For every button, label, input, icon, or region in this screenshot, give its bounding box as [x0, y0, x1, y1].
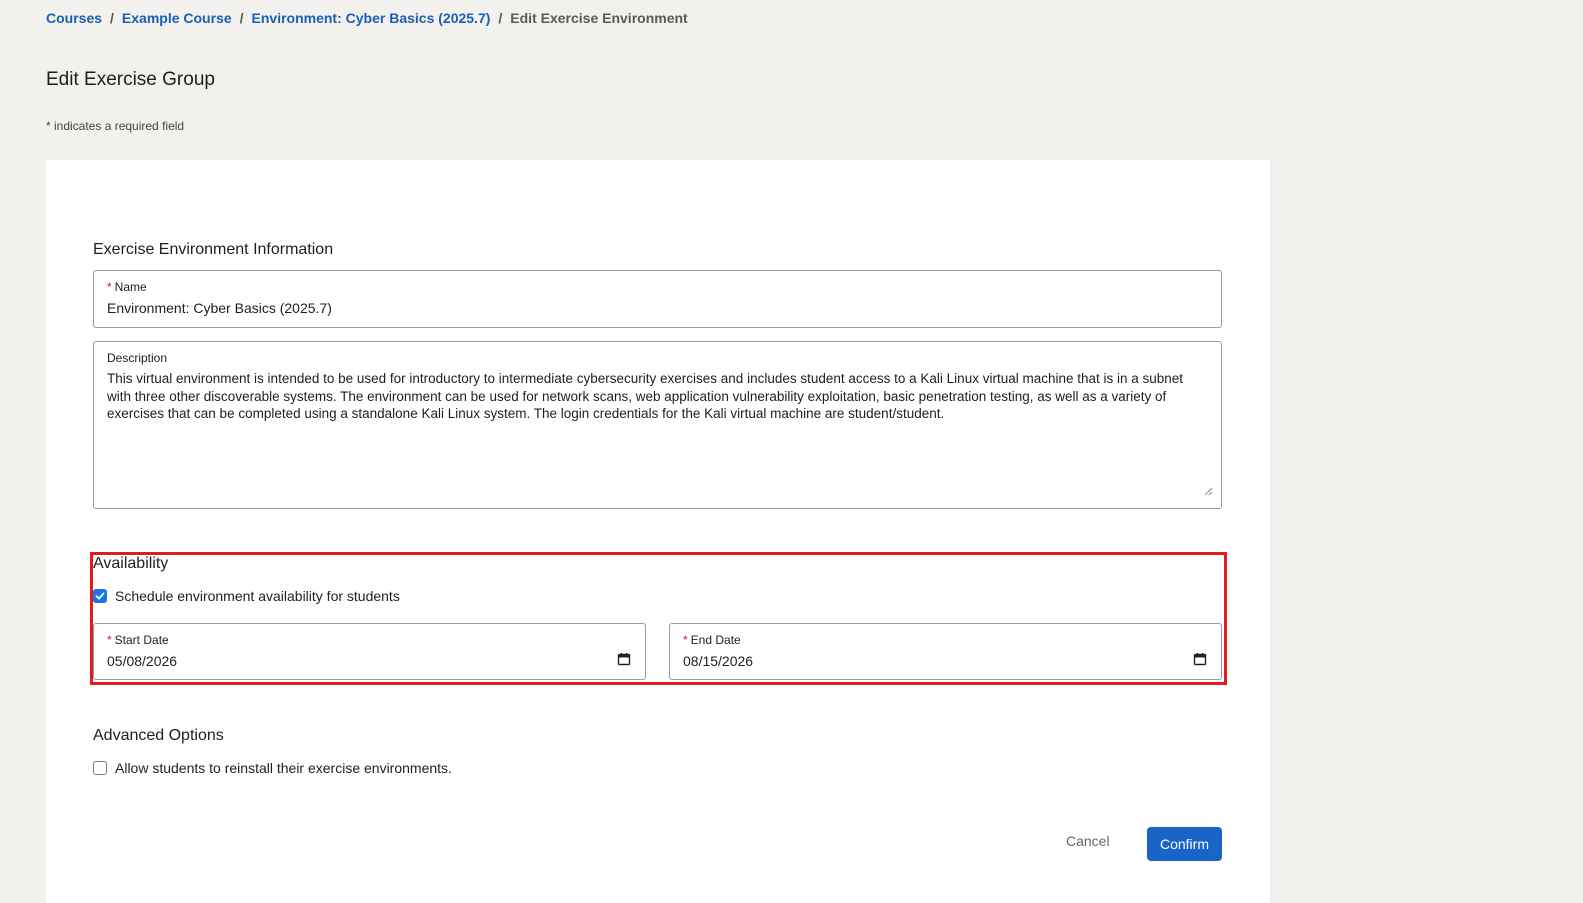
breadcrumb-link-environment[interactable]: Environment: Cyber Basics (2025.7) — [252, 10, 491, 26]
description-field[interactable]: Description This virtual environment is … — [93, 341, 1222, 509]
breadcrumb-separator: / — [498, 10, 503, 26]
breadcrumb-separator: / — [110, 10, 114, 26]
start-date-input[interactable]: 05/08/2026 — [107, 653, 177, 669]
resize-handle-icon[interactable] — [1204, 487, 1213, 496]
end-date-input[interactable]: 08/15/2026 — [683, 653, 753, 669]
checkmark-icon — [95, 592, 105, 600]
reinstall-checkbox[interactable] — [93, 761, 107, 775]
calendar-icon[interactable] — [1193, 652, 1207, 666]
start-date-field[interactable]: * Start Date 05/08/2026 — [93, 623, 646, 680]
schedule-availability-label: Schedule environment availability for st… — [115, 588, 400, 604]
breadcrumb: Courses / Example Course / Environment: … — [46, 10, 688, 26]
breadcrumb-link-example-course[interactable]: Example Course — [122, 10, 232, 26]
required-asterisk: * — [107, 633, 112, 647]
reinstall-label: Allow students to reinstall their exerci… — [115, 760, 452, 776]
page-title: Edit Exercise Group — [46, 69, 215, 90]
breadcrumb-separator: / — [239, 10, 244, 26]
name-field-label: * Name — [107, 280, 147, 294]
name-field[interactable]: * Name Environment: Cyber Basics (2025.7) — [93, 270, 1222, 328]
start-date-label: * Start Date — [107, 633, 169, 647]
breadcrumb-current: Edit Exercise Environment — [510, 10, 688, 26]
calendar-icon[interactable] — [617, 652, 631, 666]
confirm-button[interactable]: Confirm — [1147, 827, 1222, 861]
description-textarea[interactable]: This virtual environment is intended to … — [107, 370, 1203, 423]
schedule-availability-row[interactable]: Schedule environment availability for st… — [93, 588, 400, 604]
name-input[interactable]: Environment: Cyber Basics (2025.7) — [107, 300, 332, 316]
availability-section-title: Availability — [93, 555, 169, 572]
cancel-button[interactable]: Cancel — [1066, 833, 1110, 849]
required-asterisk: * — [107, 280, 112, 294]
schedule-availability-checkbox[interactable] — [93, 589, 107, 603]
end-date-field[interactable]: * End Date 08/15/2026 — [669, 623, 1222, 680]
breadcrumb-link-courses[interactable]: Courses — [46, 10, 102, 26]
description-field-label: Description — [107, 351, 168, 365]
advanced-options-title: Advanced Options — [93, 727, 224, 744]
info-section-title: Exercise Environment Information — [93, 241, 334, 258]
end-date-label: * End Date — [683, 633, 741, 647]
required-asterisk: * — [683, 633, 688, 647]
edit-form-card: Exercise Environment Information * Name E… — [46, 160, 1270, 903]
reinstall-option-row[interactable]: Allow students to reinstall their exerci… — [93, 760, 452, 776]
required-field-note: * indicates a required field — [46, 119, 185, 133]
